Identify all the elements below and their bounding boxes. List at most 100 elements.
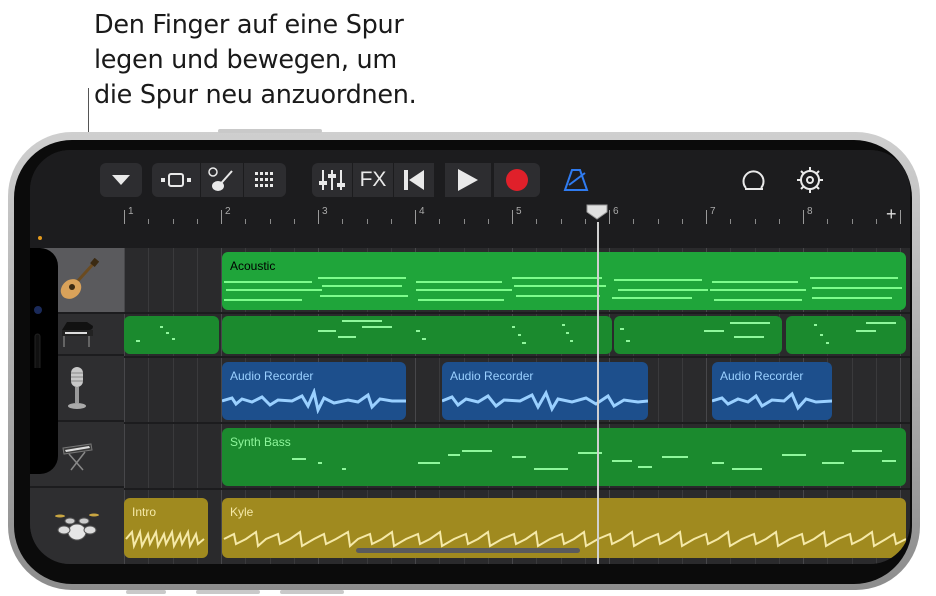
ruler-beat-tick [487, 219, 489, 224]
ruler-bar-tick [415, 210, 416, 224]
ruler-beat-tick [851, 219, 853, 224]
volume-down-button [280, 590, 344, 594]
drummer-intro-region[interactable]: Intro [124, 498, 208, 558]
smart-controls-button[interactable] [201, 163, 243, 197]
ruler-bar-tick [900, 210, 901, 224]
audio-waveform [712, 391, 832, 411]
region-label: Synth Bass [230, 435, 291, 449]
audio-waveform [222, 388, 406, 414]
acoustic-guitar-icon [60, 258, 99, 299]
bar-ruler[interactable]: 1 2 3 4 5 6 7 8 [124, 206, 910, 226]
ruler-beat-tick [172, 219, 174, 224]
ruler-bar-tick [124, 210, 125, 224]
piano-region[interactable] [786, 316, 906, 354]
loop-icon [742, 170, 765, 190]
ruler-beat-tick [681, 219, 683, 224]
bar-number: 4 [419, 206, 425, 217]
region-label: Acoustic [230, 259, 276, 273]
ruler-beat-tick [293, 219, 295, 224]
tracks-area[interactable]: Acoustic Audio Recorder Audio Recorder A… [124, 248, 910, 564]
midi-notes [136, 326, 175, 342]
tracks-view-icon [161, 173, 191, 187]
midi-notes [620, 322, 770, 342]
settings-button[interactable] [790, 163, 830, 197]
side-button [218, 129, 322, 133]
ruler-beat-tick [730, 219, 732, 224]
audio-recorder-region[interactable]: Audio Recorder [712, 362, 832, 420]
guitar-icon [208, 167, 233, 191]
instruction-caption: Den Finger auf eine Spur legen und beweg… [94, 8, 514, 113]
loop-browser-button[interactable] [734, 163, 774, 197]
bar-number: 6 [613, 206, 619, 217]
grand-piano-icon [62, 322, 93, 347]
skip-back-icon [404, 170, 424, 190]
tracks-view-button[interactable] [152, 163, 200, 197]
rewind-button[interactable] [394, 163, 434, 197]
track-header-drums[interactable] [30, 488, 124, 564]
keyboard-synth-icon [62, 443, 93, 471]
ruler-bar-tick [318, 210, 319, 224]
gear-icon [797, 167, 823, 193]
ruler-beat-tick [366, 219, 368, 224]
ruler-beat-tick [245, 219, 247, 224]
ruler-beat-tick [463, 219, 465, 224]
ruler-beat-tick [342, 219, 344, 224]
record-button[interactable] [494, 163, 540, 197]
mixer-button[interactable] [312, 163, 352, 197]
bar-number: 2 [225, 206, 231, 217]
caption-line-1: Den Finger auf eine Spur [94, 10, 404, 40]
chevron-down-icon [112, 175, 130, 185]
play-button[interactable] [445, 163, 491, 197]
add-section-button[interactable]: + [886, 204, 897, 225]
playhead-line[interactable] [597, 222, 599, 564]
region-label: Audio Recorder [230, 369, 314, 383]
piano-region[interactable] [222, 316, 612, 354]
ruler-beat-tick [560, 219, 562, 224]
volume-up-button [196, 590, 260, 594]
metronome-button[interactable] [556, 163, 596, 197]
audio-recorder-region[interactable]: Audio Recorder [442, 362, 648, 420]
menu-dropdown-button[interactable] [100, 163, 142, 197]
ruler-bar-tick [706, 210, 707, 224]
ruler-bar-tick [221, 210, 222, 224]
bar-number: 7 [710, 206, 716, 217]
ruler-beat-tick [536, 219, 538, 224]
ruler-beat-tick [148, 219, 150, 224]
audio-recorder-region[interactable]: Audio Recorder [222, 362, 406, 420]
record-icon [506, 169, 528, 191]
ruler-bar-tick [803, 210, 804, 224]
midi-notes [318, 320, 573, 344]
ruler-beat-tick [390, 219, 392, 224]
phone-notch [30, 248, 58, 474]
audio-waveform [442, 389, 648, 413]
ruler-bar-tick [609, 210, 610, 224]
ruler-bar-tick [512, 210, 513, 224]
midi-notes [292, 450, 896, 470]
mixer-sliders-icon [319, 170, 345, 190]
drum-kit-icon [55, 513, 99, 541]
playhead-handle[interactable] [586, 204, 608, 220]
midi-notes [814, 322, 896, 344]
play-icon [458, 169, 478, 191]
acoustic-region[interactable]: Acoustic [222, 252, 906, 310]
ruler-beat-tick [657, 219, 659, 224]
synth-bass-region[interactable]: Synth Bass [222, 428, 906, 486]
control-bar: FX [30, 150, 910, 206]
ruler-beat-tick [827, 219, 829, 224]
region-label: Audio Recorder [450, 369, 534, 383]
fx-button[interactable]: FX [353, 163, 393, 197]
region-label: Kyle [230, 505, 254, 519]
instrument-grid-button[interactable] [244, 163, 286, 197]
caption-line-2: legen und bewegen, um [94, 45, 397, 75]
garageband-screen: FX 1 2 3 4 5 6 7 8 + Acoustic Audio Reco… [30, 150, 910, 564]
horizontal-scrollbar[interactable] [356, 548, 580, 553]
ruler-beat-tick [633, 219, 635, 224]
midi-notes [224, 277, 902, 301]
ruler-beat-tick [875, 219, 877, 224]
caption-line-3: die Spur neu anzuordnen. [94, 80, 417, 110]
piano-region[interactable] [614, 316, 782, 354]
drum-pattern [125, 528, 205, 550]
piano-region[interactable] [124, 316, 219, 354]
bar-number: 1 [128, 206, 134, 217]
region-label: Intro [132, 505, 157, 519]
